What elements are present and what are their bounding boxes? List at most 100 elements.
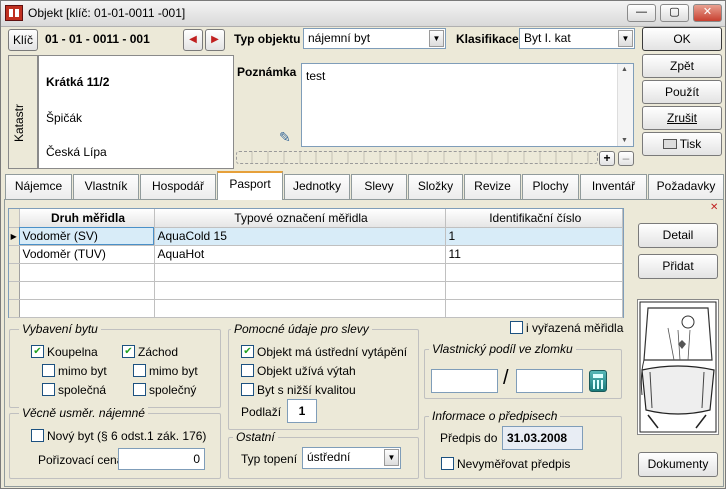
chevron-down-icon: ▼ [429,30,444,47]
next-record-button[interactable]: ▶ [205,29,225,51]
note-textarea[interactable]: test ▲ ▼ [301,63,634,147]
table-row[interactable]: Vodoměr (TUV) AquaHot 11 [9,245,623,264]
row-pointer-icon: ▶ [9,227,20,246]
tab-inventar[interactable]: Inventář [580,174,647,199]
elevator-checkbox[interactable] [241,364,254,377]
tab-revize[interactable]: Revize [464,174,521,199]
row-indicator-header [9,209,20,228]
toilet-label: Záchod [138,345,179,359]
remove-note-button[interactable]: – [618,151,634,166]
table-row[interactable] [9,263,623,282]
meter-type-cell[interactable]: Vodoměr (SV) [19,227,155,246]
maximize-button[interactable]: ▢ [660,4,689,22]
include-removed-checkbox[interactable] [510,321,523,334]
tab-pasport[interactable]: Pasport [217,171,283,200]
add-note-button[interactable]: + [599,151,615,166]
meters-table[interactable]: Druh měřidla Typové označení měřidla Ide… [8,208,624,318]
table-row[interactable] [9,281,623,300]
key-button[interactable]: Klíč [8,29,38,51]
classification-label: Klasifikace [456,32,519,46]
tab-slozky[interactable]: Složky [408,174,463,199]
meter-type-cell[interactable]: Vodoměr (TUV) [19,245,155,264]
attachment-strip[interactable] [236,151,598,164]
empty-cell[interactable] [19,263,155,282]
tab-najemce[interactable]: Nájemce [5,174,72,199]
prev-record-button[interactable]: ◀ [183,29,203,51]
back-button[interactable]: Zpět [642,54,722,78]
tab-pozadavky[interactable]: Požadavky [648,174,724,199]
close-button[interactable]: ✕ [693,4,722,22]
toilet-shared-label: společný [149,383,197,397]
purchase-price-input[interactable]: 0 [118,448,205,470]
meter-model-cell[interactable]: AquaCold 15 [154,227,446,246]
table-row[interactable] [9,299,623,318]
lower-quality-checkbox[interactable] [241,383,254,396]
meter-id-cell[interactable]: 1 [445,227,623,246]
tab-plochy[interactable]: Plochy [522,174,579,199]
detail-button[interactable]: Detail [638,223,718,248]
no-measure-checkbox[interactable] [441,457,454,470]
add-meter-button[interactable]: Přidat [638,254,718,279]
calculator-icon[interactable] [589,370,607,392]
katastr-label: Katastr [12,103,26,142]
new-flat-checkbox[interactable] [31,429,44,442]
ownership-numerator-input[interactable] [431,369,498,393]
heating-type-select[interactable]: ústřední ▼ [302,447,401,469]
classification-select[interactable]: Byt I. kat ▼ [519,28,635,49]
ownership-title: Vlastnický podíl ve zlomku [429,342,576,356]
col-meter-type[interactable]: Druh měřidla [19,209,155,228]
col-meter-id[interactable]: Identifikační číslo [445,209,623,228]
row-indicator [9,263,20,282]
meter-model-cell[interactable]: AquaHot [154,245,446,264]
discount-title: Pomocné údaje pro slevy [231,322,372,336]
object-type-select[interactable]: nájemní byt ▼ [303,28,446,49]
tab-vlastnik[interactable]: Vlastník [73,174,139,199]
central-heating-label: Objekt má ústřední vytápění [257,345,408,359]
tab-jednotky[interactable]: Jednotky [284,174,350,199]
scroll-down-icon[interactable]: ▼ [621,137,628,144]
meter-id-cell[interactable]: 11 [445,245,623,264]
col-meter-model[interactable]: Typové označení měřidla [154,209,446,228]
toilet-shared-checkbox[interactable] [133,383,146,396]
prescription-title: Informace o předpisech [429,409,561,423]
note-label: Poznámka [237,65,297,79]
prescription-date-input[interactable]: 31.03.2008 [502,426,583,450]
documents-button[interactable]: Dokumenty [638,452,718,477]
note-scrollbar[interactable]: ▲ ▼ [617,64,633,146]
cancel-button[interactable]: Zrušit [642,106,722,130]
toilet-outside-checkbox[interactable] [133,364,146,377]
chevron-down-icon: ▼ [384,449,399,466]
scroll-up-icon[interactable]: ▲ [621,66,628,73]
empty-cell[interactable] [19,299,155,318]
ok-button[interactable]: OK [642,27,722,51]
address-street: Krátká 11/2 [46,75,110,89]
empty-cell[interactable] [445,263,623,282]
empty-cell[interactable] [445,299,623,318]
ownership-denominator-input[interactable] [516,369,583,393]
bathroom-outside-checkbox[interactable] [42,364,55,377]
floor-input[interactable]: 1 [287,399,317,423]
table-row[interactable]: ▶ Vodoměr (SV) AquaCold 15 1 [9,227,623,246]
address-city: Česká Lípa [46,145,107,159]
print-button[interactable]: Tisk [642,132,722,156]
empty-cell[interactable] [445,281,623,300]
empty-cell[interactable] [19,281,155,300]
empty-cell[interactable] [154,299,446,318]
toilet-checkbox[interactable] [122,345,135,358]
close-x-icon[interactable]: ✕ [710,202,718,213]
minimize-button[interactable]: — [627,4,656,22]
tab-slevy[interactable]: Slevy [351,174,407,199]
empty-cell[interactable] [154,281,446,300]
bathroom-shared-checkbox[interactable] [42,383,55,396]
toilet-outside-label: mimo byt [149,364,198,378]
apply-button[interactable]: Použít [642,80,722,104]
katastr-side: Katastr [8,55,38,169]
empty-cell[interactable] [154,263,446,282]
pin-icon[interactable]: ✎ [279,129,295,145]
printer-icon [662,139,677,149]
bathroom-outside-label: mimo byt [58,364,107,378]
central-heating-checkbox[interactable] [241,345,254,358]
bathroom-checkbox[interactable] [31,345,44,358]
row-indicator [9,281,20,300]
tab-hospodar[interactable]: Hospodář [140,174,216,199]
